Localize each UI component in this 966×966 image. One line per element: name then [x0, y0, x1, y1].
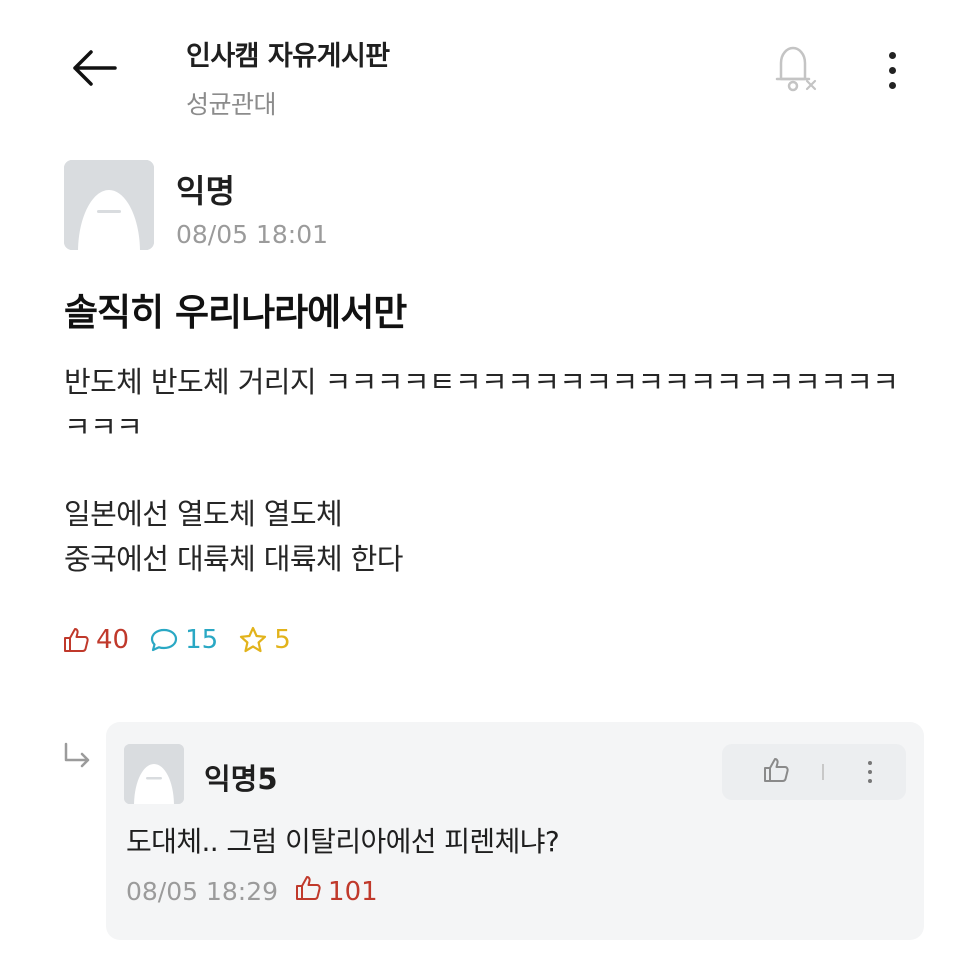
star-icon	[238, 626, 268, 654]
scrap-stat: 5	[238, 625, 291, 655]
reply-arrow-icon	[60, 740, 96, 772]
more-vertical-icon	[888, 51, 896, 59]
school-name: 성균관대	[186, 90, 277, 119]
divider	[822, 764, 824, 780]
arrow-left-icon	[71, 48, 117, 92]
board-title: 인사캠 자유게시판	[186, 41, 390, 72]
post-body-line: 일본에선 열도체 열도체	[64, 497, 343, 531]
post-body-line: 중국에선 대륙체 대륙체 한다	[64, 542, 403, 576]
comment-more-button[interactable]	[850, 744, 890, 800]
post-timestamp: 08/05 18:01	[176, 220, 329, 249]
comment-text: 도대체.. 그럼 이탈리아에선 피렌체냐?	[126, 825, 560, 858]
comment-author-name: 익명5	[204, 762, 278, 796]
more-options-button[interactable]	[872, 42, 912, 98]
comment-like-button[interactable]	[744, 744, 808, 800]
more-vertical-icon	[868, 761, 872, 765]
comment-like-count: 101	[328, 876, 378, 907]
comment-card: 익명5 도대체.. 그럼 이탈리아에선 피렌체냐? 08/05 18:29 10…	[106, 722, 924, 940]
scrap-count: 5	[274, 625, 291, 655]
post-body-line: 반도체 반도체 거리지 ㅋㅋㅋㅋㅌㅋㅋㅋㅋㅋㅋㅋㅋㅋㅋㅋㅋㅋㅋㅋㅋㅋㅋㅋㅋ	[64, 365, 899, 444]
avatar	[64, 160, 154, 250]
comment-timestamp: 08/05 18:29	[126, 877, 279, 906]
like-stat: 40	[62, 625, 129, 655]
post-author-name: 익명	[176, 172, 235, 210]
thumbs-up-icon	[62, 626, 90, 654]
post-title: 솔직히 우리나라에서만	[64, 291, 407, 334]
app-header: 인사캠 자유게시판 성균관대	[0, 0, 966, 130]
post-body: 반도체 반도체 거리지 ㅋㅋㅋㅋㅌㅋㅋㅋㅋㅋㅋㅋㅋㅋㅋㅋㅋㅋㅋㅋㅋㅋㅋㅋㅋ 일본…	[64, 360, 914, 582]
comment-actions	[722, 744, 906, 800]
notification-toggle-button[interactable]	[770, 40, 820, 100]
comment-bubble-icon	[149, 626, 179, 654]
post-author-row: 익명 08/05 18:01	[64, 160, 564, 252]
comment-like-stat: 101	[294, 874, 378, 909]
comment-stat: 15	[149, 625, 218, 655]
bell-off-icon	[771, 41, 819, 99]
post-stats: 40 15 5	[62, 620, 311, 660]
comment-count: 15	[185, 625, 219, 655]
header-titles: 인사캠 자유게시판 성균관대	[186, 34, 390, 121]
avatar	[124, 744, 184, 804]
back-button[interactable]	[66, 46, 122, 94]
thumbs-up-icon	[294, 874, 322, 909]
like-count: 40	[96, 625, 130, 655]
thumbs-up-icon	[762, 756, 790, 788]
comment-meta: 08/05 18:29 101	[126, 874, 378, 909]
